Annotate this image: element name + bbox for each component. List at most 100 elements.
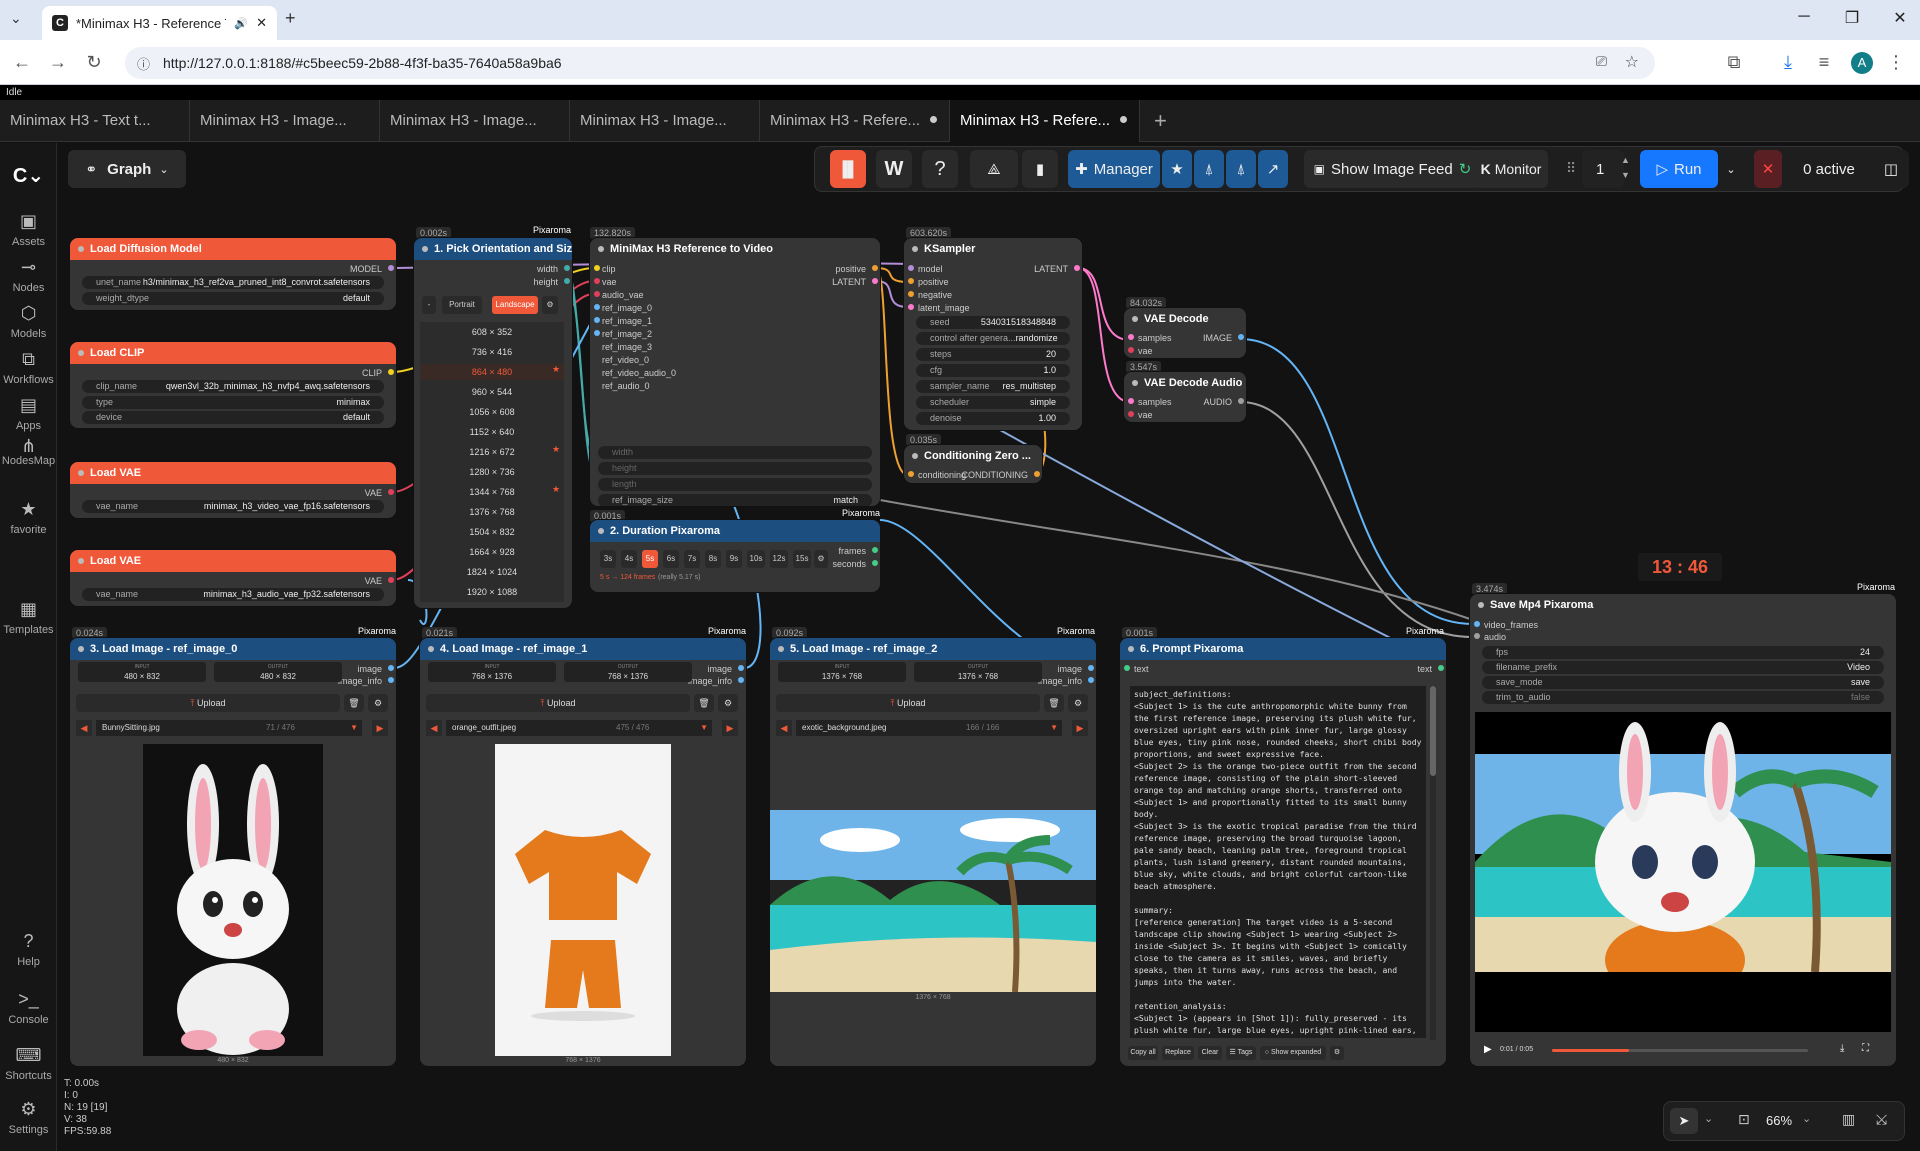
input-pin[interactable] [594,330,600,336]
node-title[interactable]: 6. Prompt Pixaroma [1120,638,1446,660]
size-option[interactable]: 736 × 416 [420,344,564,360]
duration-7s[interactable]: 7s [684,550,700,568]
video-player[interactable] [1475,712,1891,1032]
node-title[interactable]: KSampler [904,238,1082,260]
tab-portrait[interactable]: Portrait [442,296,482,314]
node-load-image-ref1[interactable]: 4. Load Image - ref_image_1 image image_… [420,638,746,1066]
output-pin[interactable] [1438,665,1444,671]
node-title[interactable]: 5. Load Image - ref_image_2 [770,638,1096,660]
input-pin[interactable] [908,278,914,284]
widget-scheduler[interactable]: scheduler simple [916,396,1070,409]
minimap-icon[interactable]: ▥ [1842,1111,1855,1128]
zoom-chevron-icon[interactable]: ⌄ [1802,1112,1811,1125]
output-pin[interactable] [1238,334,1244,340]
node-title[interactable]: 2. Duration Pixaroma [590,520,880,542]
settings-icon[interactable]: ⚙ [542,296,558,314]
widget-fps[interactable]: fps 24 [1482,646,1884,659]
size-option[interactable]: 1664 × 928 [420,544,564,560]
link-visibility-icon[interactable]: ⤩ [1876,1111,1887,1128]
widget-denoise[interactable]: denoise 1.00 [916,412,1070,425]
size-option[interactable]: 1504 × 832 [420,524,564,540]
zoom-level[interactable]: 66% [1766,1113,1792,1128]
chevron-down-icon[interactable]: ⌄ [1704,1112,1713,1125]
node-title[interactable]: Conditioning Zero ... [904,445,1042,467]
node-load-vae-audio[interactable]: Load VAE VAE vae_name minimax_h3_audio_va… [70,550,396,606]
output-pin[interactable] [738,665,744,671]
node-title[interactable]: Load CLIP [70,342,396,364]
output-pin[interactable] [1238,398,1244,404]
size-option[interactable]: 1056 × 608 [420,404,564,420]
output-pin[interactable] [388,577,394,583]
file-selector[interactable]: orange_outfit.jpeg 475 / 476 ▼ [446,720,712,736]
duration-6s[interactable]: 6s [663,550,679,568]
replace-button[interactable]: Replace [1162,1046,1194,1060]
node-load-image-ref0[interactable]: 3. Load Image - ref_image_0 image image_… [70,638,396,1066]
widget-cfg[interactable]: cfg 1.0 [916,364,1070,377]
node-load-image-ref2[interactable]: 5. Load Image - ref_image_2 image image_… [770,638,1096,1066]
settings-icon[interactable]: ⚙ [1068,694,1088,712]
size-option[interactable]: 1824 × 1024 [420,564,564,580]
node-minimax-reference[interactable]: MiniMax H3 Reference to Video clip vae a… [590,238,880,506]
dim-input-length[interactable]: length [598,478,872,491]
input-pin[interactable] [908,291,914,297]
node-title[interactable]: VAE Decode Audio [1124,372,1246,394]
prev-image-icon[interactable]: ◀ [76,720,92,736]
widget-vae-name[interactable]: vae_name minimax_h3_video_vae_fp16.safete… [82,500,384,513]
node-load-vae-video[interactable]: Load VAE VAE vae_name minimax_h3_video_va… [70,462,396,518]
node-title[interactable]: MiniMax H3 Reference to Video [590,238,880,260]
output-pin[interactable] [388,265,394,271]
size-option[interactable]: 608 × 352 [420,324,564,340]
favorite-star-icon[interactable]: ★ [552,364,560,375]
copy-all-button[interactable]: Copy all [1128,1046,1158,1060]
prev-image-icon[interactable]: ◀ [776,720,792,736]
node-title[interactable]: VAE Decode [1124,308,1246,330]
output-pin[interactable] [388,677,394,683]
node-title[interactable]: Load VAE [70,462,396,484]
settings-icon[interactable]: ⚙ [814,550,828,568]
output-pin[interactable] [872,560,878,566]
widget-type[interactable]: type minimax [82,396,384,409]
duration-3s[interactable]: 3s [600,550,616,568]
node-title[interactable]: Save Mp4 Pixaroma [1470,594,1896,616]
trash-icon[interactable]: 🗑 [344,694,364,712]
input-pin[interactable] [908,471,914,477]
dim-input-width[interactable]: width [598,446,872,459]
output-pin[interactable] [564,265,570,271]
widget-ref-image-size[interactable]: ref_image_size match [598,494,872,506]
widget-sampler-name[interactable]: sampler_name res_multistep [916,380,1070,393]
tags-button[interactable]: ☰ Tags [1226,1046,1256,1060]
next-image-icon[interactable]: ▶ [1072,720,1088,736]
node-title[interactable]: Load VAE [70,550,396,572]
node-pick-orientation[interactable]: 1. Pick Orientation and Size width heigh… [414,238,572,608]
settings-icon[interactable]: ⚙ [718,694,738,712]
clear-button[interactable]: Clear [1198,1046,1222,1060]
widget-device[interactable]: device default [82,411,384,424]
trash-icon[interactable]: 🗑 [694,694,714,712]
input-pin[interactable] [1128,334,1134,340]
node-title[interactable]: Load Diffusion Model [70,238,396,260]
fullscreen-icon[interactable]: ⛶ [1862,1043,1869,1054]
output-pin[interactable] [564,278,570,284]
duration-5s-selected[interactable]: 5s [642,550,658,568]
trash-icon[interactable]: 🗑 [1044,694,1064,712]
input-pin[interactable] [1128,347,1134,353]
favorite-star-icon[interactable]: ★ [552,484,560,495]
file-selector[interactable]: BunnySitting.jpg 71 / 476 ▼ [96,720,362,736]
settings-icon[interactable]: ⚙ [368,694,388,712]
next-image-icon[interactable]: ▶ [372,720,388,736]
output-pin[interactable] [388,665,394,671]
favorite-star-icon[interactable]: ★ [552,444,560,455]
widget-steps[interactable]: steps 20 [916,348,1070,361]
widget-clip-name[interactable]: clip_name qwen3vl_32b_minimax_h3_nvfp4_aw… [82,380,384,393]
download-icon[interactable]: ⤓ [1840,1043,1844,1054]
node-duration[interactable]: 2. Duration Pixaroma frames seconds 3s 4… [590,520,880,592]
settings-icon[interactable]: ⚙ [1330,1046,1344,1060]
input-pin[interactable] [908,304,914,310]
output-pin[interactable] [1088,665,1094,671]
select-tool-icon[interactable]: ➤ [1670,1108,1698,1134]
input-pin[interactable] [594,278,600,284]
output-pin[interactable] [388,489,394,495]
output-pin[interactable] [872,265,878,271]
minus-icon[interactable]: - [422,296,436,314]
widget-weight-dtype[interactable]: weight_dtype default [82,292,384,305]
